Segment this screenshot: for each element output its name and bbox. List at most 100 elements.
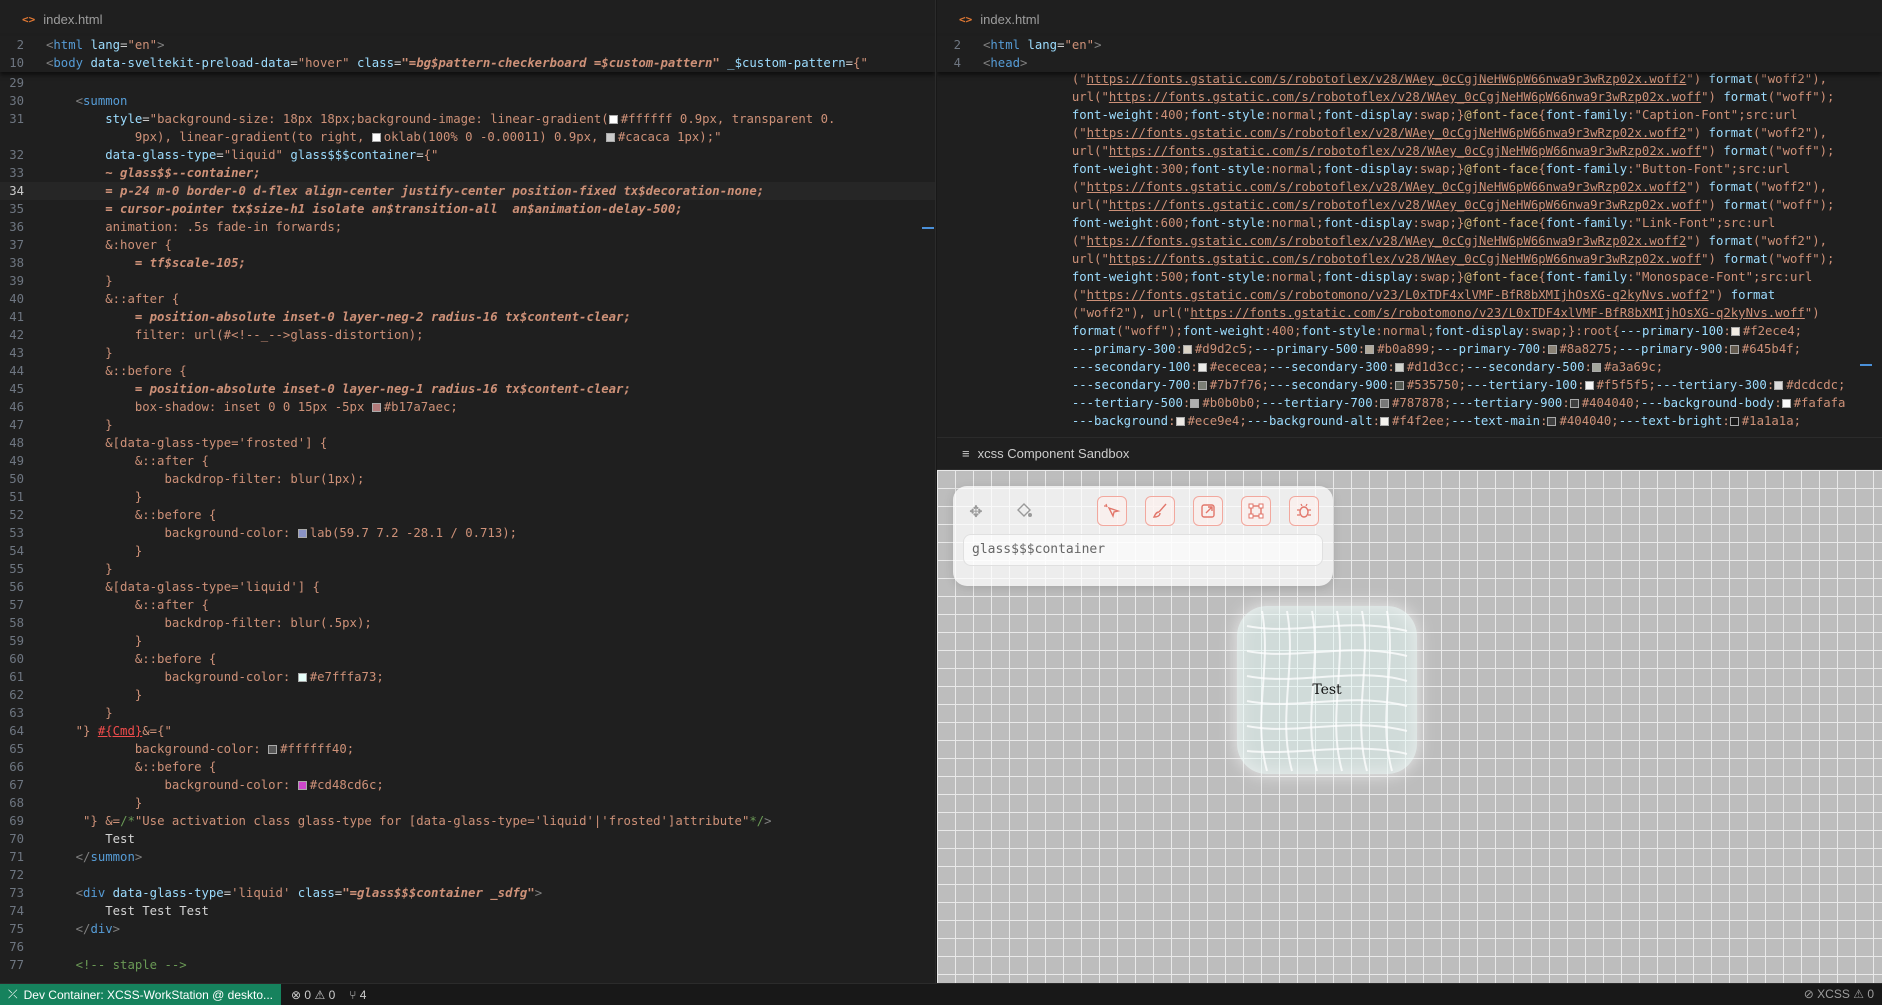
code-line[interactable]: 73 <div data-glass-type='liquid' class="… bbox=[0, 884, 935, 902]
code-line[interactable]: font-weight:300;font-style:normal;font-d… bbox=[937, 160, 1882, 178]
code-line[interactable]: 77 <!-- staple --> bbox=[0, 956, 935, 974]
code-line[interactable]: 35 = cursor-pointer tx$size-h1 isolate a… bbox=[0, 200, 935, 218]
code-line[interactable]: 69 "} &=/*"Use activation class glass-ty… bbox=[0, 812, 935, 830]
editor-tab[interactable]: <> index.html bbox=[0, 0, 935, 40]
code-line[interactable]: 51 } bbox=[0, 488, 935, 506]
code-line[interactable]: ---secondary-100: #ececea;---secondary-30… bbox=[937, 358, 1882, 376]
code-line[interactable]: 47 } bbox=[0, 416, 935, 434]
code-line[interactable]: 29 bbox=[0, 74, 935, 92]
left-editor-pane[interactable]: <> index.html 2 <html lang="en"> 10 <body d… bbox=[0, 0, 936, 983]
code-line[interactable]: 30 <summon bbox=[0, 92, 935, 110]
code-line[interactable]: ("https://fonts.gstatic.com/s/robotoflex… bbox=[937, 70, 1882, 88]
code-line[interactable]: 42 filter: url(#<!--_-->glass-distortion… bbox=[0, 326, 935, 344]
code-line[interactable]: 40 &::after { bbox=[0, 290, 935, 308]
code-line[interactable]: font-weight:600;font-style:normal;font-d… bbox=[937, 214, 1882, 232]
code-line[interactable]: 10 <body data-sveltekit-preload-data="hov… bbox=[0, 54, 935, 72]
sandbox-panel[interactable]: ≡ xcss Component Sandbox ✥ glass$$$conta… bbox=[937, 438, 1882, 983]
code-line[interactable]: 48 &[data-glass-type='frosted'] { bbox=[0, 434, 935, 452]
code-line[interactable]: 45 = position-absolute inset-0 layer-neg… bbox=[0, 380, 935, 398]
brush-icon[interactable] bbox=[1145, 496, 1175, 526]
code-line[interactable]: 9px), linear-gradient(to right, oklab(10… bbox=[0, 128, 935, 146]
code-line[interactable]: url("https://fonts.gstatic.com/s/robotof… bbox=[937, 250, 1882, 268]
code-area[interactable]: ("https://fonts.gstatic.com/s/robotoflex… bbox=[937, 70, 1882, 430]
cursor-sparkle-icon[interactable] bbox=[1097, 496, 1127, 526]
line-number bbox=[937, 304, 983, 322]
code-line[interactable]: 66 &::before { bbox=[0, 758, 935, 776]
code-line[interactable]: 67 background-color: #cd48cd6c; bbox=[0, 776, 935, 794]
code-line[interactable]: ("https://fonts.gstatic.com/s/robotoflex… bbox=[937, 178, 1882, 196]
code-line[interactable]: ("woff2"), url("https://fonts.gstatic.co… bbox=[937, 304, 1882, 322]
glass-container-preview[interactable]: Test bbox=[1237, 606, 1417, 774]
code-line[interactable]: 54 } bbox=[0, 542, 935, 560]
code-line[interactable]: 68 } bbox=[0, 794, 935, 812]
ports-indicator[interactable]: ⑂ 4 bbox=[349, 988, 366, 1002]
code-line[interactable]: 53 background-color: lab(59.7 7.2 -28.1 … bbox=[0, 524, 935, 542]
code-line[interactable]: 71 </summon> bbox=[0, 848, 935, 866]
code-line[interactable]: 65 background-color: #ffffff40; bbox=[0, 740, 935, 758]
right-editor-pane[interactable]: <> index.html 2 <html lang="en"> 4 <head> (… bbox=[937, 0, 1882, 438]
code-line[interactable]: ---background: #ece9e4;---background-alt:… bbox=[937, 412, 1882, 430]
remote-indicator[interactable]: ⤫ Dev Container: XCSS-WorkStation @ desk… bbox=[0, 983, 282, 1005]
sticky-scroll[interactable]: 2 <html lang="en"> 10 <body data-sveltekit-… bbox=[0, 36, 935, 72]
code-line[interactable]: 56 &[data-glass-type='liquid'] { bbox=[0, 578, 935, 596]
external-link-icon[interactable] bbox=[1193, 496, 1223, 526]
problems-indicator[interactable]: ⊗ 0 ⚠ 0 bbox=[291, 988, 335, 1002]
code-line[interactable]: url("https://fonts.gstatic.com/s/robotof… bbox=[937, 196, 1882, 214]
editor-tab[interactable]: <> index.html bbox=[937, 0, 1882, 40]
code-line[interactable]: 41 = position-absolute inset-0 layer-neg… bbox=[0, 308, 935, 326]
code-line[interactable]: ("https://fonts.gstatic.com/s/robotoflex… bbox=[937, 232, 1882, 250]
code-line[interactable]: ---secondary-700: #7b7f76;---secondary-90… bbox=[937, 376, 1882, 394]
bug-icon[interactable] bbox=[1289, 496, 1319, 526]
code-line[interactable]: 63 } bbox=[0, 704, 935, 722]
code-line[interactable]: 37 &:hover { bbox=[0, 236, 935, 254]
code-line[interactable]: 50 backdrop-filter: blur(1px); bbox=[0, 470, 935, 488]
code-line[interactable]: 2 <html lang="en"> bbox=[0, 36, 935, 54]
code-line[interactable]: 31 style="background-size: 18px 18px;bac… bbox=[0, 110, 935, 128]
code-line[interactable]: 74 Test Test Test bbox=[0, 902, 935, 920]
code-line[interactable]: ---tertiary-500: #b0b0b0;---tertiary-700:… bbox=[937, 394, 1882, 412]
code-line[interactable]: 44 &::before { bbox=[0, 362, 935, 380]
move-icon[interactable]: ✥ bbox=[961, 496, 991, 526]
code-line[interactable]: 34 = p-24 m-0 border-0 d-flex align-cent… bbox=[0, 182, 935, 200]
code-line[interactable]: 55 } bbox=[0, 560, 935, 578]
code-line[interactable]: 52 &::before { bbox=[0, 506, 935, 524]
code-line[interactable]: 4 <head> bbox=[937, 54, 1882, 72]
code-line[interactable]: ("https://fonts.gstatic.com/s/robotomono… bbox=[937, 286, 1882, 304]
xcss-status[interactable]: ⊘ XCSS ⚠ 0 bbox=[1804, 987, 1874, 1001]
sticky-scroll[interactable]: 2 <html lang="en"> 4 <head> bbox=[937, 36, 1882, 72]
code-line[interactable]: 38 = tf$scale-105; bbox=[0, 254, 935, 272]
bounding-box-icon[interactable] bbox=[1241, 496, 1271, 526]
code-line[interactable]: 61 background-color: #e7fffa73; bbox=[0, 668, 935, 686]
code-line[interactable]: 72 bbox=[0, 866, 935, 884]
code-line[interactable]: 60 &::before { bbox=[0, 650, 935, 668]
code-line[interactable]: 70 Test bbox=[0, 830, 935, 848]
code-line[interactable]: ("https://fonts.gstatic.com/s/robotoflex… bbox=[937, 124, 1882, 142]
code-line[interactable]: 76 bbox=[0, 938, 935, 956]
code-line[interactable]: 75 </div> bbox=[0, 920, 935, 938]
code-line[interactable]: 43 } bbox=[0, 344, 935, 362]
sandbox-canvas[interactable]: ✥ glass$$$container Test bbox=[937, 470, 1882, 983]
code-line[interactable]: 49 &::after { bbox=[0, 452, 935, 470]
code-line[interactable]: url("https://fonts.gstatic.com/s/robotof… bbox=[937, 88, 1882, 106]
code-line[interactable]: 59 } bbox=[0, 632, 935, 650]
paint-bucket-icon[interactable] bbox=[1009, 496, 1039, 526]
code-line[interactable]: 36 animation: .5s fade-in forwards; bbox=[0, 218, 935, 236]
code-line[interactable]: 39 } bbox=[0, 272, 935, 290]
code-line[interactable]: 2 <html lang="en"> bbox=[937, 36, 1882, 54]
code-line[interactable]: 58 backdrop-filter: blur(.5px); bbox=[0, 614, 935, 632]
code-line[interactable]: 62 } bbox=[0, 686, 935, 704]
code-line[interactable]: font-weight:500;font-style:normal;font-d… bbox=[937, 268, 1882, 286]
code-line[interactable]: format("woff");font-weight:400;font-styl… bbox=[937, 322, 1882, 340]
sandbox-tab[interactable]: ≡ xcss Component Sandbox bbox=[937, 438, 1882, 470]
selector-input[interactable]: glass$$$container bbox=[963, 534, 1323, 566]
code-line[interactable]: 57 &::after { bbox=[0, 596, 935, 614]
code-line[interactable]: url("https://fonts.gstatic.com/s/robotof… bbox=[937, 142, 1882, 160]
code-line[interactable]: 32 data-glass-type="liquid" glass$$$cont… bbox=[0, 146, 935, 164]
code-line[interactable]: 33 ~ glass$$--container; bbox=[0, 164, 935, 182]
code-area[interactable]: 29 30 <summon 31 style="background-size: 1… bbox=[0, 74, 935, 974]
code-line[interactable]: font-weight:400;font-style:normal;font-d… bbox=[937, 106, 1882, 124]
code-line[interactable]: 64 "} #{Cmd}&={" bbox=[0, 722, 935, 740]
code-line[interactable]: 46 box-shadow: inset 0 0 15px -5px #b17a… bbox=[0, 398, 935, 416]
code-line[interactable]: ---primary-300: #d9d2c5;---primary-500: #b… bbox=[937, 340, 1882, 358]
line-number bbox=[0, 128, 46, 146]
